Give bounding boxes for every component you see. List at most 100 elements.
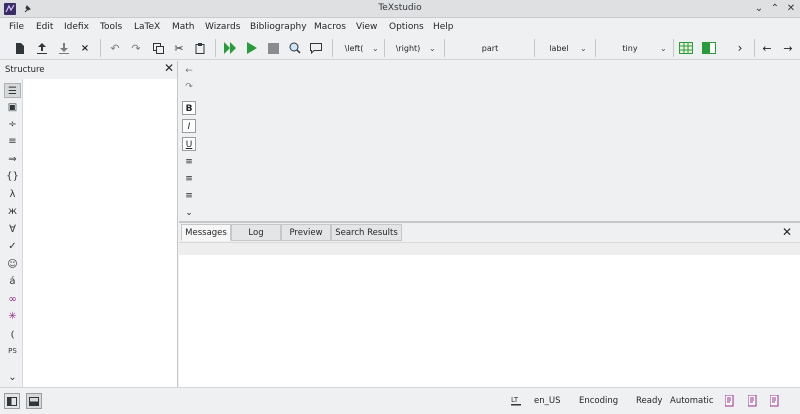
chevron-up-icon[interactable]: ⌃ — [768, 2, 782, 16]
download-icon — [59, 42, 69, 54]
underline-icon[interactable]: U — [182, 137, 196, 151]
delimiters-tab-icon[interactable]: {} — [4, 169, 21, 184]
arrow-left-icon[interactable]: ← — [182, 64, 196, 78]
pdf-embed-icon[interactable] — [770, 395, 780, 407]
chevron-down-icon[interactable]: ⌄ — [182, 206, 196, 220]
tikz-tab-icon[interactable]: ⦅ — [4, 327, 21, 342]
bold-icon[interactable]: B — [182, 101, 196, 115]
close-icon[interactable]: ✕ — [163, 62, 175, 74]
special-chars-tab-icon[interactable]: á — [4, 274, 21, 289]
build-view-button[interactable] — [222, 40, 238, 56]
tab-search-results[interactable]: Search Results — [331, 224, 402, 241]
operators-tab-icon[interactable]: ÷ — [4, 117, 21, 132]
redo-button[interactable]: ↷ — [128, 40, 144, 56]
undo-icon: ↶ — [110, 41, 120, 55]
messages-area[interactable] — [179, 255, 800, 387]
double-play-icon — [223, 42, 236, 54]
toolbar-separator — [444, 39, 445, 57]
editor-area[interactable] — [199, 61, 800, 221]
toolbar-separator — [384, 39, 385, 57]
pdf-sync-icon[interactable] — [748, 395, 758, 407]
left-delimiter-combo[interactable]: \left(⌄ — [336, 39, 382, 57]
compile-button[interactable] — [244, 40, 260, 56]
new-file-button[interactable] — [12, 40, 28, 56]
window-title: TeXstudio — [378, 3, 422, 13]
pstricks-tab-icon[interactable]: ∞ — [4, 292, 21, 307]
close-icon: × — [80, 42, 90, 54]
tabular-button[interactable] — [678, 40, 694, 56]
mode-status[interactable]: Automatic — [670, 396, 714, 406]
menu-file[interactable]: File — [9, 22, 24, 32]
right-delimiter-combo[interactable]: \right) ⌄ — [387, 39, 439, 57]
tab-messages[interactable]: Messages — [181, 224, 231, 241]
array-icon — [702, 42, 716, 54]
close-window-icon[interactable]: ✕ — [784, 2, 798, 16]
upload-icon — [37, 42, 47, 54]
align-left-icon[interactable]: ≡ — [182, 155, 196, 169]
wasysym-tab-icon[interactable]: ☺ — [4, 257, 21, 272]
menu-macros[interactable]: Macros — [314, 22, 346, 32]
relations-tab-icon[interactable]: ≡ — [4, 134, 21, 149]
copy-button[interactable] — [150, 40, 166, 56]
misc-math-tab-icon[interactable]: ∀ — [4, 222, 21, 237]
magnifier-icon — [289, 42, 301, 54]
toggle-messages-button[interactable] — [26, 393, 42, 409]
go-forward-button[interactable]: → — [780, 40, 796, 56]
pdf-viewer-icon[interactable] — [725, 395, 735, 407]
menu-idefix[interactable]: Idefix — [64, 22, 89, 32]
bookmarks-tab-icon[interactable]: ▣ — [4, 100, 21, 115]
align-right-icon[interactable]: ≡ — [182, 189, 196, 203]
encoding-status[interactable]: Encoding — [579, 396, 618, 406]
view-button[interactable] — [287, 40, 303, 56]
save-button[interactable] — [56, 40, 72, 56]
toggle-structure-button[interactable] — [4, 393, 20, 409]
stop-button[interactable] — [265, 40, 281, 56]
undo-button[interactable]: ↶ — [107, 40, 123, 56]
menu-tools[interactable]: Tools — [100, 22, 122, 32]
tab-preview[interactable]: Preview — [281, 224, 331, 241]
font-size-combo[interactable]: tiny ⌄ — [600, 39, 670, 57]
structure-tab-icon[interactable]: ☰ — [4, 83, 21, 98]
toolbar-separator — [534, 39, 535, 57]
menu-bibliography[interactable]: Bibliography — [250, 22, 307, 32]
align-center-icon[interactable]: ≡ — [182, 172, 196, 186]
menu-edit[interactable]: Edit — [36, 22, 53, 32]
menu-math[interactable]: Math — [172, 22, 195, 32]
cut-button[interactable]: ✂ — [171, 40, 187, 56]
scissors-icon: ✂ — [174, 41, 184, 55]
misc-text-tab-icon[interactable]: ✓ — [4, 239, 21, 254]
structure-tree[interactable] — [22, 79, 177, 387]
menu-help[interactable]: Help — [433, 22, 454, 32]
italic-icon[interactable]: I — [182, 119, 196, 133]
menu-wizards[interactable]: Wizards — [205, 22, 240, 32]
redo-icon[interactable]: ↷ — [182, 80, 196, 94]
chevron-down-icon[interactable]: ⌄ — [4, 370, 21, 385]
paste-button[interactable] — [192, 40, 208, 56]
language-status[interactable]: en_US — [534, 396, 560, 406]
languagetool-button[interactable]: LT — [508, 393, 524, 409]
cyrillic-tab-icon[interactable]: ж — [4, 204, 21, 219]
toolbar-separator — [215, 39, 216, 57]
menu-latex[interactable]: LaTeX — [134, 22, 160, 32]
reference-combo[interactable]: label ⌄ — [538, 39, 590, 57]
close-file-button[interactable]: × — [77, 40, 93, 56]
more-tools-button[interactable]: › — [732, 40, 748, 56]
toolbar-separator — [332, 39, 333, 57]
chevron-down-icon[interactable]: ⌄ — [752, 2, 766, 16]
tab-log[interactable]: Log — [231, 224, 281, 241]
close-icon[interactable]: ✕ — [781, 226, 793, 238]
comment-button[interactable] — [308, 40, 324, 56]
metapost-tab-icon[interactable]: ✳ — [4, 309, 21, 324]
redo-icon: ↷ — [131, 41, 141, 55]
messages-tab-bar: Messages Log Preview Search Results — [179, 223, 800, 242]
array-button[interactable] — [701, 40, 717, 56]
sectioning-combo[interactable]: part — [450, 39, 530, 57]
open-file-button[interactable] — [34, 40, 50, 56]
greek-tab-icon[interactable]: λ — [4, 187, 21, 202]
go-back-button[interactable]: ← — [759, 40, 775, 56]
toolbar-separator — [100, 39, 101, 57]
asymptote-tab-icon[interactable]: PS — [4, 344, 21, 359]
menu-options[interactable]: Options — [389, 22, 424, 32]
menu-view[interactable]: View — [356, 22, 377, 32]
arrows-tab-icon[interactable]: ⇒ — [4, 152, 21, 167]
